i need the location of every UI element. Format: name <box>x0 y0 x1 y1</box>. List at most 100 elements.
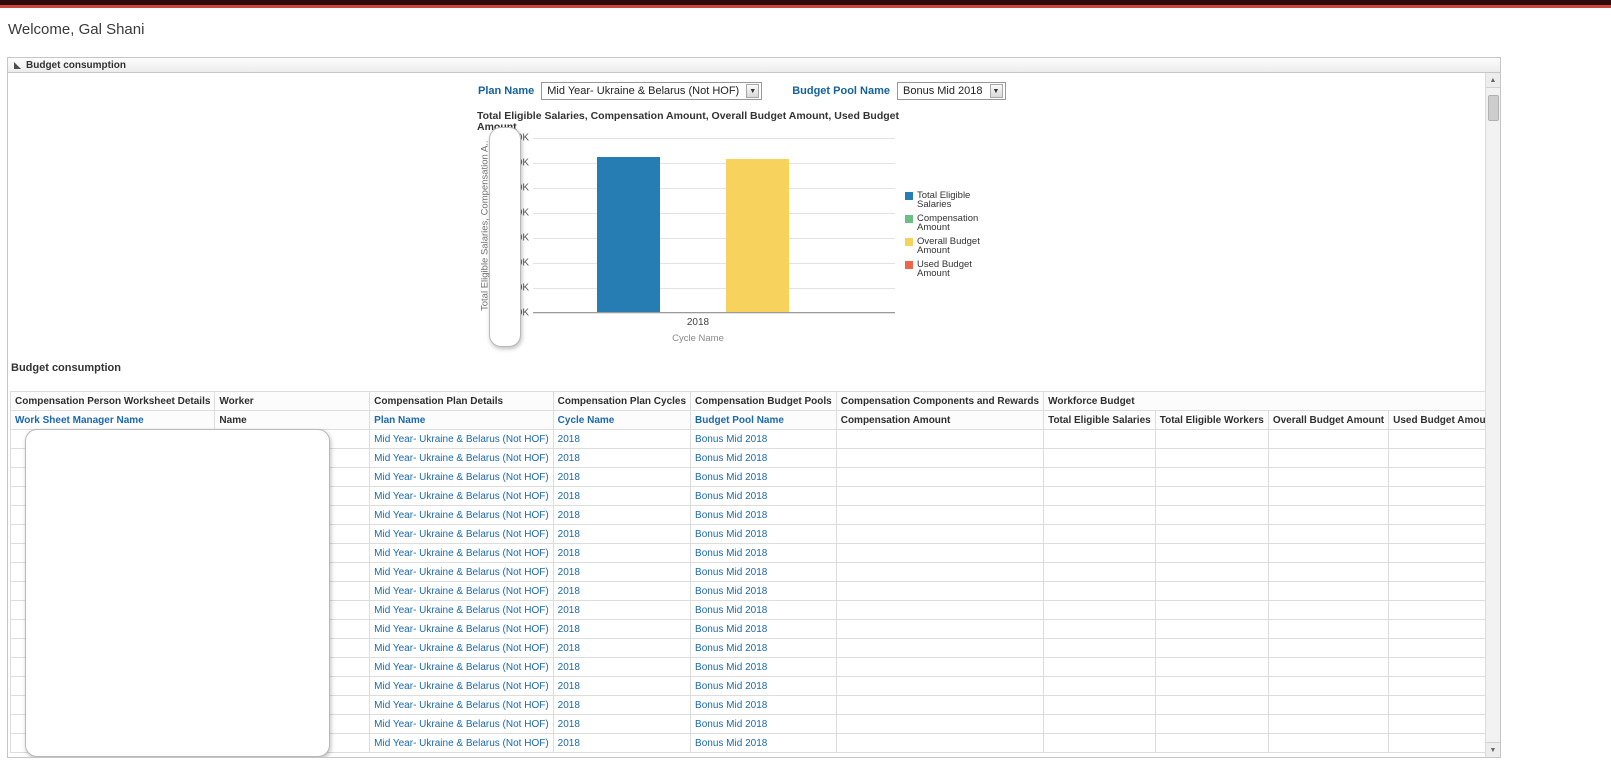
group-header: Compensation Person Worksheet Details <box>9 391 216 411</box>
table-cell-link[interactable]: Bonus Mid 2018 <box>690 543 837 563</box>
table-cell <box>1154 733 1269 753</box>
table-cell-link[interactable]: 2018 <box>552 619 692 639</box>
table-cell-link[interactable]: Bonus Mid 2018 <box>690 524 837 544</box>
table-cell-link[interactable]: 2018 <box>552 676 692 696</box>
table-cell-link[interactable]: 2018 <box>552 467 692 487</box>
table-cell <box>1388 448 1500 468</box>
column-header[interactable]: Work Sheet Manager Name <box>9 410 216 430</box>
table-cell <box>1043 448 1156 468</box>
table-cell-link[interactable]: Mid Year- Ukraine & Belarus (Not HOF) <box>369 695 554 715</box>
table-cell-link[interactable]: Mid Year- Ukraine & Belarus (Not HOF) <box>369 714 554 734</box>
table-cell-link[interactable]: Mid Year- Ukraine & Belarus (Not HOF) <box>369 600 554 620</box>
table-cell-link[interactable]: Mid Year- Ukraine & Belarus (Not HOF) <box>369 543 554 563</box>
table-cell-link[interactable]: Mid Year- Ukraine & Belarus (Not HOF) <box>369 486 554 506</box>
table-cell-link[interactable]: Mid Year- Ukraine & Belarus (Not HOF) <box>369 448 554 468</box>
table-cell-link[interactable]: Bonus Mid 2018 <box>690 486 837 506</box>
table-cell <box>1154 695 1269 715</box>
table-cell-link[interactable]: Bonus Mid 2018 <box>690 638 837 658</box>
chart-x-category: 2018 <box>686 317 710 328</box>
dropdown-arrow-icon[interactable]: ▼ <box>746 84 760 98</box>
column-header-row: Work Sheet Manager Name Name Plan Name Cycl… <box>9 410 1500 430</box>
legend-label: Total Eligible Salaries <box>917 190 971 210</box>
plan-name-select[interactable]: Mid Year- Ukraine & Belarus (Not HOF) ▼ <box>541 82 763 100</box>
column-header[interactable]: Plan Name <box>369 410 554 430</box>
table-cell-link[interactable]: 2018 <box>552 714 692 734</box>
table-cell-link[interactable]: Mid Year- Ukraine & Belarus (Not HOF) <box>369 581 554 601</box>
table-cell-link[interactable]: Bonus Mid 2018 <box>690 695 837 715</box>
table-cell-link[interactable]: Mid Year- Ukraine & Belarus (Not HOF) <box>369 505 554 525</box>
table-cell-link[interactable]: 2018 <box>552 733 692 753</box>
table-cell-link[interactable]: Bonus Mid 2018 <box>690 581 837 601</box>
gridline <box>533 138 895 139</box>
table-cell-link[interactable]: Bonus Mid 2018 <box>690 467 837 487</box>
group-header: Worker <box>214 391 371 411</box>
dropdown-arrow-icon[interactable]: ▼ <box>989 84 1003 98</box>
table-cell-link[interactable]: 2018 <box>552 581 692 601</box>
table-cell-link[interactable]: Mid Year- Ukraine & Belarus (Not HOF) <box>369 429 554 449</box>
table-cell-link[interactable]: 2018 <box>552 638 692 658</box>
gridline <box>533 288 895 289</box>
table-cell-link[interactable]: 2018 <box>552 429 692 449</box>
column-header[interactable]: Name <box>214 410 371 430</box>
table-cell-link[interactable]: 2018 <box>552 562 692 582</box>
legend-label: Overall Budget Amount <box>917 236 980 256</box>
table-cell-link[interactable]: 2018 <box>552 657 692 677</box>
table-cell-link[interactable]: Bonus Mid 2018 <box>690 505 837 525</box>
table-cell <box>1043 714 1156 734</box>
vertical-scrollbar[interactable]: ▲ ▼ <box>1485 73 1500 757</box>
scrollbar-thumb[interactable] <box>1488 95 1499 121</box>
column-header[interactable]: Overall Budget Amount <box>1267 410 1390 430</box>
table-cell-link[interactable]: Mid Year- Ukraine & Belarus (Not HOF) <box>369 733 554 753</box>
column-header[interactable]: Total Eligible Salaries <box>1043 410 1156 430</box>
table-cell-link[interactable]: Bonus Mid 2018 <box>690 600 837 620</box>
table-cell-link[interactable]: Mid Year- Ukraine & Belarus (Not HOF) <box>369 524 554 544</box>
table-cell <box>1267 486 1390 506</box>
table-cell-link[interactable]: Mid Year- Ukraine & Belarus (Not HOF) <box>369 676 554 696</box>
table-cell-link[interactable]: 2018 <box>552 486 692 506</box>
table-cell <box>1267 543 1390 563</box>
column-header[interactable]: Total Eligible Workers <box>1154 410 1269 430</box>
column-header[interactable]: Budget Pool Name <box>690 410 837 430</box>
column-header[interactable]: Used Budget Amount <box>1388 410 1500 430</box>
table-cell <box>1043 505 1156 525</box>
table-cell-link[interactable]: Mid Year- Ukraine & Belarus (Not HOF) <box>369 562 554 582</box>
table-cell-link[interactable]: Bonus Mid 2018 <box>690 429 837 449</box>
table-cell-link[interactable]: Mid Year- Ukraine & Belarus (Not HOF) <box>369 467 554 487</box>
scroll-down-icon[interactable]: ▼ <box>1486 742 1500 757</box>
panel-header[interactable]: Budget consumption <box>8 58 1500 73</box>
legend-item: Total Eligible Salaries <box>905 191 980 209</box>
table-head: Compensation Person Worksheet Details Wor… <box>9 391 1500 430</box>
collapse-icon[interactable] <box>14 61 21 69</box>
plan-name-value: Mid Year- Ukraine & Belarus (Not HOF) <box>547 85 740 97</box>
table-cell-link[interactable]: 2018 <box>552 695 692 715</box>
table-cell <box>1267 429 1390 449</box>
table-cell-link[interactable]: Bonus Mid 2018 <box>690 562 837 582</box>
table-cell-link[interactable]: Bonus Mid 2018 <box>690 733 837 753</box>
table-cell <box>835 600 1045 620</box>
table-cell <box>1154 676 1269 696</box>
table-cell-link[interactable]: Bonus Mid 2018 <box>690 714 837 734</box>
table-cell <box>1043 562 1156 582</box>
table-cell <box>1267 638 1390 658</box>
table-cell-link[interactable]: 2018 <box>552 600 692 620</box>
column-header[interactable]: Cycle Name <box>552 410 692 430</box>
table-cell-link[interactable]: Mid Year- Ukraine & Belarus (Not HOF) <box>369 657 554 677</box>
table-cell-link[interactable]: 2018 <box>552 524 692 544</box>
budget-pool-value: Bonus Mid 2018 <box>903 85 983 97</box>
column-header[interactable]: Compensation Amount <box>835 410 1045 430</box>
budget-pool-select[interactable]: Bonus Mid 2018 ▼ <box>897 82 1006 100</box>
table-cell <box>1043 524 1156 544</box>
table-cell <box>1267 581 1390 601</box>
table-cell-link[interactable]: 2018 <box>552 543 692 563</box>
table-cell-link[interactable]: Bonus Mid 2018 <box>690 657 837 677</box>
table-cell <box>1043 657 1156 677</box>
table-cell <box>1267 619 1390 639</box>
table-cell-link[interactable]: 2018 <box>552 448 692 468</box>
table-cell-link[interactable]: 2018 <box>552 505 692 525</box>
scroll-up-icon[interactable]: ▲ <box>1486 73 1500 88</box>
table-cell-link[interactable]: Bonus Mid 2018 <box>690 448 837 468</box>
table-cell-link[interactable]: Mid Year- Ukraine & Belarus (Not HOF) <box>369 619 554 639</box>
table-cell-link[interactable]: Bonus Mid 2018 <box>690 619 837 639</box>
table-cell-link[interactable]: Bonus Mid 2018 <box>690 676 837 696</box>
table-cell-link[interactable]: Mid Year- Ukraine & Belarus (Not HOF) <box>369 638 554 658</box>
